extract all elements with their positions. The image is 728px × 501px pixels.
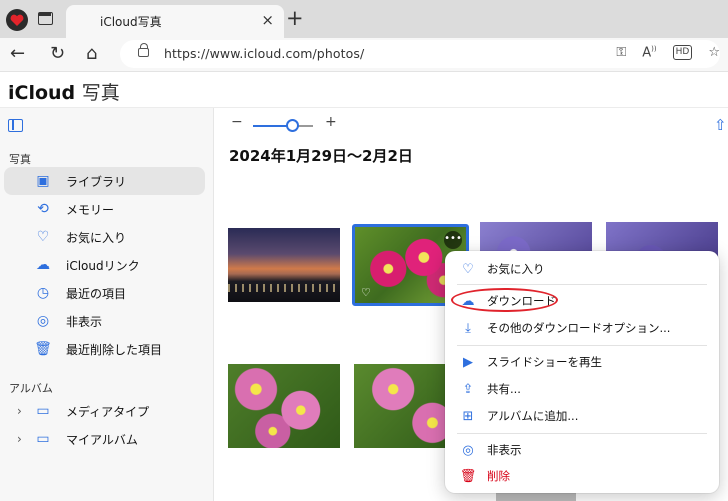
sidebar-item-recents[interactable]: ◷ 最近の項目 xyxy=(4,279,205,307)
sidebar-item-memories[interactable]: ⟲ メモリー xyxy=(4,195,205,223)
chevron-right-icon[interactable]: › xyxy=(17,432,22,446)
menu-item-favorite[interactable]: ♡ お気に入り xyxy=(445,257,719,281)
app-header: iCloud 写真 xyxy=(0,72,728,108)
menu-item-label: アルバムに追加... xyxy=(487,409,579,423)
date-range-heading: 2024年1月29日〜2月2日 xyxy=(229,147,413,165)
home-icon[interactable]: ⌂ xyxy=(86,43,97,64)
back-arrow-icon[interactable]: ← xyxy=(10,43,25,64)
menu-item-slideshow[interactable]: ▶ スライドショーを再生 xyxy=(445,350,719,374)
share-icon: ⇪ xyxy=(462,381,474,397)
photo-thumbnail[interactable] xyxy=(228,228,340,302)
sidebar-item-icloud-links[interactable]: ☁ iCloudリンク xyxy=(4,251,205,279)
play-icon: ▶ xyxy=(463,354,473,370)
upload-cloud-icon[interactable]: ⇧ xyxy=(714,116,727,134)
library-icon: ▣ xyxy=(36,173,50,189)
photo-context-menu: ♡ お気に入り ☁ ダウンロード ⤓ その他のダウンロードオプション... ▶ … xyxy=(445,251,719,493)
annotation-highlight-circle xyxy=(451,288,558,312)
add-album-icon: ⊞ xyxy=(462,408,474,424)
menu-item-delete[interactable]: 🗑 削除 xyxy=(445,464,719,488)
section-label-photos: 写真 xyxy=(9,153,31,166)
heart-icon: ♡ xyxy=(36,229,50,245)
tab-close-icon[interactable]: × xyxy=(261,11,274,29)
zoom-slider-track-rest[interactable] xyxy=(299,125,313,127)
trash-icon: 🗑 xyxy=(459,468,477,484)
menu-item-label: その他のダウンロードオプション... xyxy=(487,321,671,335)
browser-toolbar: ← ↻ ⌂ https://www.icloud.com/photos/ ⚿ A… xyxy=(0,38,728,72)
zoom-in-button[interactable]: + xyxy=(325,114,337,130)
menu-item-label: 共有... xyxy=(487,382,521,396)
album-stack-icon: ▭ xyxy=(36,431,50,447)
sidebar-toggle-icon[interactable] xyxy=(8,119,23,132)
menu-item-more-download-options[interactable]: ⤓ その他のダウンロードオプション... xyxy=(445,316,719,340)
sidebar-item-label: お気に入り xyxy=(66,230,127,245)
zoom-slider-knob[interactable] xyxy=(286,119,299,132)
city-lights xyxy=(228,284,340,292)
sidebar-item-label: iCloudリンク xyxy=(66,258,140,273)
menu-item-add-to-album[interactable]: ⊞ アルバムに追加... xyxy=(445,404,719,428)
menu-item-share[interactable]: ⇪ 共有... xyxy=(445,377,719,401)
menu-separator xyxy=(457,345,707,346)
sidebar-item-label: 最近削除した項目 xyxy=(66,342,163,357)
sidebar-item-recently-deleted[interactable]: 🗑 最近削除した項目 xyxy=(4,335,205,363)
new-tab-button[interactable]: + xyxy=(286,6,304,30)
sidebar-item-library[interactable]: ▣ ライブラリ xyxy=(4,167,205,195)
album-stack-icon: ▭ xyxy=(36,403,50,419)
heart-badge-icon: ♡ xyxy=(361,286,371,299)
lock-icon xyxy=(138,43,149,57)
zoom-out-button[interactable]: − xyxy=(231,114,243,130)
sidebar-item-label: メモリー xyxy=(66,202,115,217)
tab-actions-icon[interactable] xyxy=(38,12,53,25)
heart-icon: ♡ xyxy=(462,261,474,277)
sidebar-item-label: ライブラリ xyxy=(66,174,127,189)
sidebar-item-label: 最近の項目 xyxy=(66,286,127,301)
reload-icon[interactable]: ↻ xyxy=(50,43,65,64)
sidebar-item-media-types[interactable]: › ▭ メディアタイプ xyxy=(4,397,205,425)
browser-tab-icloud-photos[interactable]: iCloud写真 × xyxy=(66,5,284,38)
menu-item-label: お気に入り xyxy=(487,262,545,276)
photo-thumbnail[interactable] xyxy=(228,364,340,448)
sidebar: 写真 ▣ ライブラリ ⟲ メモリー ♡ お気に入り ☁ iCloudリンク ◷ … xyxy=(0,108,214,501)
menu-item-label: 非表示 xyxy=(487,443,522,457)
sidebar-item-label: マイアルバム xyxy=(66,432,138,447)
address-bar-actions: ⚿ A)) HD ☆ xyxy=(616,45,720,61)
url-text[interactable]: https://www.icloud.com/photos/ xyxy=(164,46,364,61)
eye-slash-icon: ◎ xyxy=(36,313,50,329)
chevron-right-icon[interactable]: › xyxy=(17,404,22,418)
section-label-albums: アルバム xyxy=(9,382,53,395)
menu-item-label: 削除 xyxy=(487,469,510,483)
trash-icon: 🗑 xyxy=(34,341,52,357)
tab-title: iCloud写真 xyxy=(100,15,162,29)
app-title[interactable]: iCloud 写真 xyxy=(8,78,120,105)
brand-name: iCloud xyxy=(8,82,76,104)
browser-tab-strip: iCloud写真 × + xyxy=(0,0,728,38)
menu-separator xyxy=(457,284,707,285)
download-options-icon: ⤓ xyxy=(465,320,471,336)
sidebar-item-hidden[interactable]: ◎ 非表示 xyxy=(4,307,205,335)
cloud-link-icon: ☁ xyxy=(36,257,50,273)
sidebar-item-label: 非表示 xyxy=(66,314,103,329)
more-options-icon[interactable]: ••• xyxy=(444,231,462,249)
hd-badge[interactable]: HD xyxy=(672,45,693,61)
memories-icon: ⟲ xyxy=(37,201,49,217)
zoom-control: − + xyxy=(231,114,341,134)
favorite-star-icon[interactable]: ☆ xyxy=(708,45,720,60)
eye-slash-icon: ◎ xyxy=(462,442,474,458)
app-section-title: 写真 xyxy=(81,82,120,104)
sidebar-item-my-albums[interactable]: › ▭ マイアルバム xyxy=(4,425,205,453)
key-icon[interactable]: ⚿ xyxy=(616,45,626,60)
clock-icon: ◷ xyxy=(36,285,50,301)
sidebar-item-favorites[interactable]: ♡ お気に入り xyxy=(4,223,205,251)
profile-heart-icon[interactable] xyxy=(6,9,28,31)
read-aloud-icon[interactable]: A)) xyxy=(642,45,656,60)
menu-separator xyxy=(457,433,707,434)
address-bar[interactable]: https://www.icloud.com/photos/ ⚿ A)) HD … xyxy=(120,40,720,68)
menu-item-label: スライドショーを再生 xyxy=(487,355,602,369)
sidebar-item-label: メディアタイプ xyxy=(66,404,150,419)
menu-item-hide[interactable]: ◎ 非表示 xyxy=(445,438,719,462)
